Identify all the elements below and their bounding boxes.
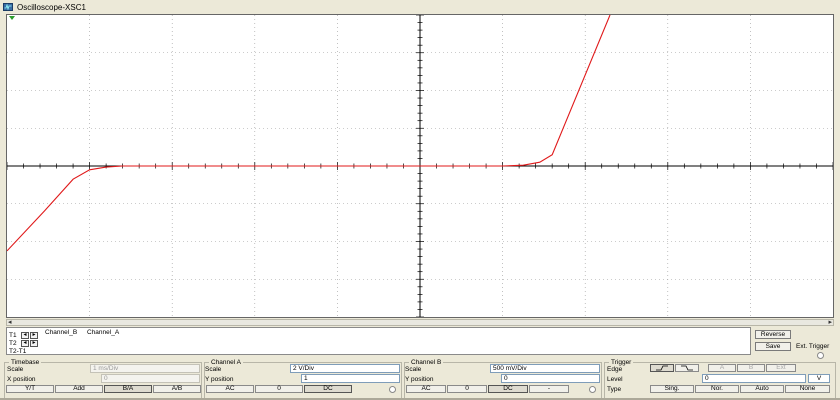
cursor-row-t2: T2 ◂ ▸ [9, 339, 39, 347]
cursor-rows: T1 ◂ ▸ T2 ◂ ▸ T2-T1 [9, 331, 39, 355]
falling-edge-button[interactable] [675, 364, 699, 372]
ext-trigger-label: Ext. Trigger [796, 343, 830, 350]
scroll-left-icon[interactable]: ◂ [8, 318, 12, 326]
timebase-scale-label: Scale [7, 366, 24, 373]
trigger-source-b-button[interactable]: B [737, 364, 765, 372]
mode-ba-button[interactable]: B/A [104, 385, 152, 393]
trigger-title: Trigger [609, 359, 634, 366]
trigger-type-label: Type [607, 386, 622, 393]
channel-b-ac-button[interactable]: AC [406, 385, 446, 393]
t2-right-arrow-icon[interactable]: ▸ [30, 339, 38, 347]
trigger-source-ext-button[interactable]: Ext [766, 364, 796, 372]
cursor-label-t2-t1: T2-T1 [9, 347, 27, 355]
channel-b-zero-button[interactable]: 0 [447, 385, 487, 393]
channel-b-input-icon [589, 386, 596, 393]
x-position-label: X position [7, 376, 36, 383]
timebase-scale-field[interactable]: 1 ms/Div [90, 364, 200, 373]
channel-a-zero-button[interactable]: 0 [255, 385, 303, 393]
trigger-single-button[interactable]: Sing. [650, 385, 694, 393]
ext-trigger-terminal[interactable] [817, 352, 824, 359]
channel-b-group: Channel B Scale 500 mV/Div Y position 0 … [404, 359, 602, 400]
horizontal-scrollbar[interactable]: ◂ ▸ [6, 319, 834, 326]
trigger-source-a-button[interactable]: A [708, 364, 736, 372]
trigger-group: Trigger Edge A B Ext Level 0 V Type Sing… [604, 359, 836, 400]
falling-edge-icon [681, 365, 693, 371]
channel-b-scale-field[interactable]: 500 mV/Div [490, 364, 600, 373]
mode-add-button[interactable]: Add [55, 385, 103, 393]
t1-right-arrow-icon[interactable]: ▸ [30, 331, 38, 339]
channel-a-title: Channel A [209, 359, 243, 366]
trigger-edge-label: Edge [607, 366, 623, 373]
t2-left-arrow-icon[interactable]: ◂ [21, 339, 29, 347]
channel-b-ypos-field[interactable]: 0 [501, 374, 600, 383]
timebase-group: Timebase Scale 1 ms/Div X position 0 Y/T… [4, 359, 202, 400]
action-buttons: Reverse Save Ext. Trigger [755, 330, 840, 360]
col-header-channel-b: Channel_B [45, 329, 78, 336]
scope-display [7, 15, 833, 317]
channel-b-ypos-label: Y position [405, 376, 434, 383]
oscilloscope-screen[interactable] [6, 14, 834, 318]
channel-a-input-icon [389, 386, 396, 393]
trigger-auto-button[interactable]: Auto [740, 385, 784, 393]
channel-a-scale-field[interactable]: 2 V/Div [290, 364, 400, 373]
channel-a-ypos-label: Y position [205, 376, 234, 383]
cursor-readout-panel: T1 ◂ ▸ T2 ◂ ▸ T2-T1 Channel_B Channel_A [6, 327, 751, 355]
channel-a-ac-button[interactable]: AC [206, 385, 254, 393]
channel-a-ypos-field[interactable]: 1 [301, 374, 400, 383]
trigger-none-button[interactable]: None [785, 385, 830, 393]
trigger-normal-button[interactable]: Nor. [695, 385, 739, 393]
mode-yt-button[interactable]: Y/T [6, 385, 54, 393]
waveform-trace [7, 15, 611, 252]
channel-b-scale-label: Scale [405, 366, 422, 373]
channel-a-group: Channel A Scale 2 V/Div Y position 1 AC … [204, 359, 402, 400]
trigger-level-field[interactable]: 0 [702, 374, 806, 383]
trigger-level-unit[interactable]: V [808, 374, 830, 383]
rising-edge-icon [656, 365, 668, 371]
scroll-right-icon[interactable]: ▸ [828, 318, 832, 326]
window-title: Oscilloscope-XSC1 [17, 2, 86, 12]
channel-a-scale-label: Scale [205, 366, 222, 373]
rising-edge-button[interactable] [650, 364, 674, 372]
channel-a-dc-button[interactable]: DC [304, 385, 352, 393]
mode-ab-button[interactable]: A/B [153, 385, 201, 393]
oscilloscope-icon [3, 3, 13, 11]
cursor-row-t2-t1: T2-T1 [9, 347, 39, 355]
cursor-row-t1: T1 ◂ ▸ [9, 331, 39, 339]
channel-b-dc-button[interactable]: DC [488, 385, 528, 393]
cursor-label-t1: T1 [9, 331, 17, 339]
cursor-t1-marker-icon [9, 16, 15, 20]
cursor-label-t2: T2 [9, 339, 17, 347]
timebase-title: Timebase [9, 359, 42, 366]
trigger-level-label: Level [607, 376, 623, 383]
t1-left-arrow-icon[interactable]: ◂ [21, 331, 29, 339]
reverse-button[interactable]: Reverse [755, 330, 791, 339]
col-header-channel-a: Channel_A [87, 329, 120, 336]
title-bar: Oscilloscope-XSC1 [0, 0, 840, 14]
channel-b-invert-button[interactable]: - [529, 385, 569, 393]
channel-b-title: Channel B [409, 359, 444, 366]
save-button[interactable]: Save [755, 342, 791, 351]
x-position-field[interactable]: 0 [101, 374, 200, 383]
